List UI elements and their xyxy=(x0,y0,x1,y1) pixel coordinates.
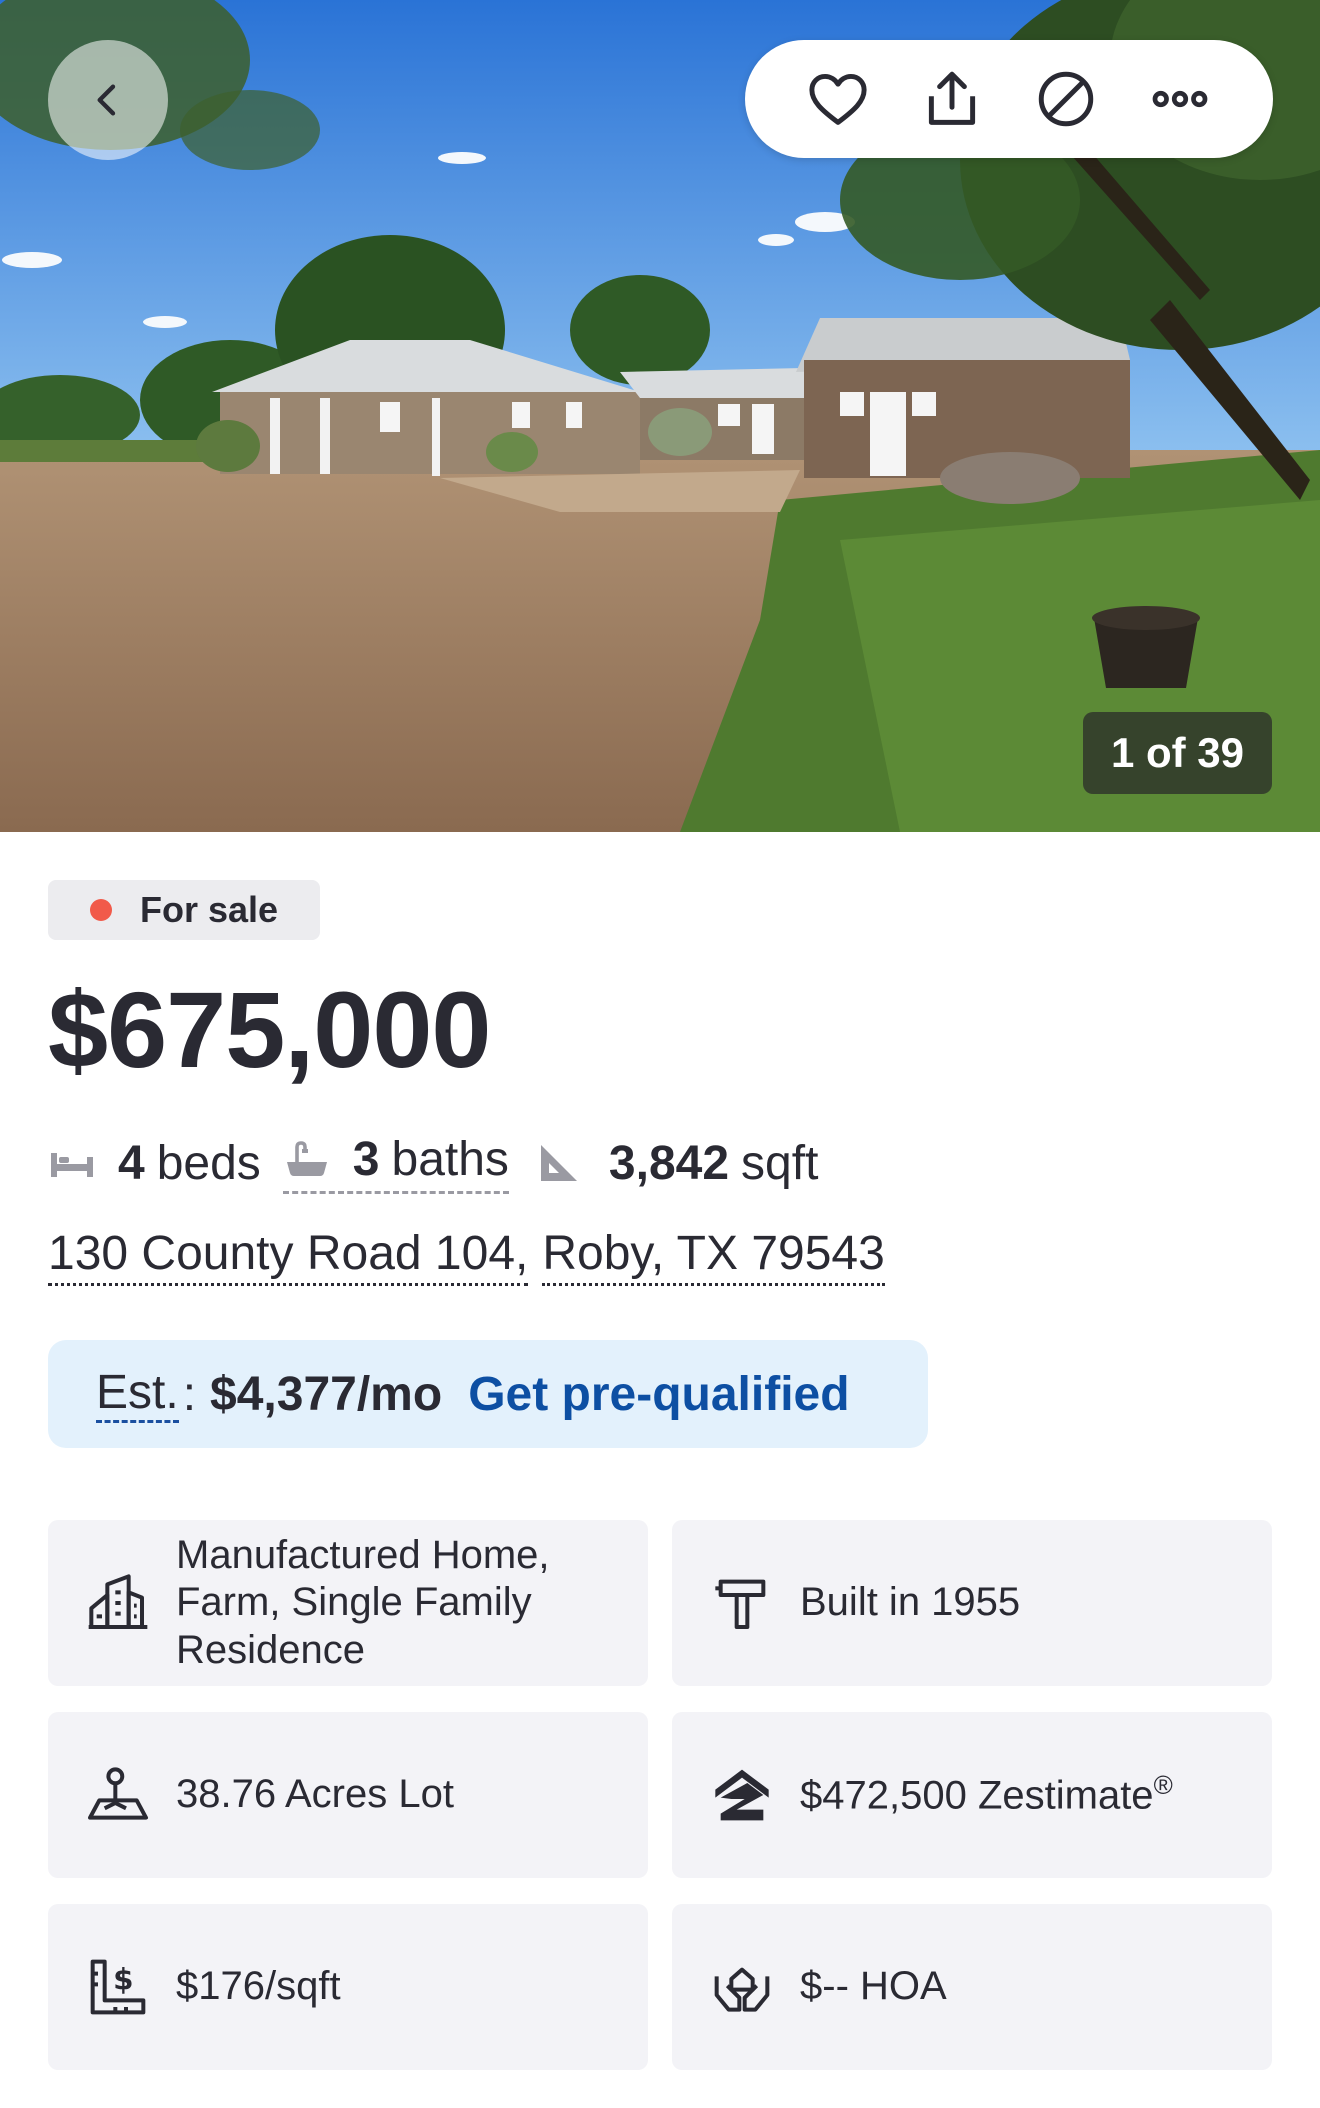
more-button[interactable] xyxy=(1144,63,1216,135)
back-button[interactable] xyxy=(48,40,168,160)
share-icon xyxy=(928,71,976,125)
building-icon xyxy=(88,1574,148,1629)
hide-button[interactable] xyxy=(1030,63,1102,135)
photo-counter: 1 of 39 xyxy=(1082,712,1272,794)
svg-text:$: $ xyxy=(113,1963,133,1997)
status-label: For sale xyxy=(140,889,279,930)
year-built-card: Built in 1955 xyxy=(672,1520,1272,1686)
heart-icon xyxy=(809,73,867,125)
get-prequalified-link[interactable]: Get pre-qualified xyxy=(468,1367,849,1422)
beds-label: beds xyxy=(156,1136,261,1190)
zestimate-text: $472,500 Zestimate® xyxy=(800,1770,1173,1820)
action-bar xyxy=(745,40,1273,158)
home-type-text: Manufactured Home, Farm, Single Family R… xyxy=(176,1533,550,1672)
bed-icon xyxy=(51,1153,93,1177)
hide-icon xyxy=(1038,71,1094,127)
hero-photo[interactable]: 1 of 39 xyxy=(0,0,1320,832)
est-separator: : xyxy=(182,1367,197,1421)
payment-estimate-box: Est. : $4,377/mo Get pre-qualified xyxy=(48,1340,928,1448)
price-per-sqft-card: $ $176/sqft xyxy=(48,1904,648,2070)
address-street-link[interactable]: 130 County Road 104, xyxy=(48,1226,529,1286)
lot-size-card: 38.76 Acres Lot xyxy=(48,1712,648,1878)
chevron-left-icon xyxy=(97,84,116,116)
address: 130 County Road 104, Roby, TX 79543 xyxy=(48,1226,885,1286)
hammer-icon xyxy=(715,1579,766,1629)
save-button[interactable] xyxy=(802,63,874,135)
sqft-label: sqft xyxy=(741,1136,819,1190)
lot-icon xyxy=(88,1767,148,1820)
bathtub-icon xyxy=(286,1140,327,1176)
registered-mark: ® xyxy=(1153,1770,1173,1801)
est-monthly-payment: $4,377/mo xyxy=(210,1367,443,1421)
area-ruler-icon xyxy=(540,1145,577,1181)
sqft-count: 3,842 xyxy=(608,1136,730,1190)
zestimate-logo-icon xyxy=(715,1769,769,1821)
status-dot xyxy=(90,899,112,921)
beds-count: 4 xyxy=(118,1136,145,1190)
baths-fact[interactable]: 3 baths xyxy=(282,1132,509,1194)
more-icon xyxy=(1152,90,1208,108)
beds-fact: 4 beds xyxy=(48,1136,261,1191)
zestimate-value: $472,500 Zestimate xyxy=(800,1773,1154,1818)
baths-label: baths xyxy=(391,1133,509,1186)
lot-size-text: 38.76 Acres Lot xyxy=(176,1772,454,1817)
listing-price: $675,000 xyxy=(48,969,491,1090)
baths-count: 3 xyxy=(352,1133,380,1186)
home-type-card: Manufactured Home, Farm, Single Family R… xyxy=(48,1520,648,1686)
share-button[interactable] xyxy=(916,63,988,135)
zestimate-card[interactable]: $472,500 Zestimate® xyxy=(672,1712,1272,1878)
facts-row: 4 beds 3 baths 3,842 sqft xyxy=(48,1128,818,1198)
est-label[interactable]: Est. xyxy=(96,1365,179,1423)
hoa-text: $-- HOA xyxy=(800,1964,947,2009)
price-ruler-icon: $ xyxy=(90,1959,146,2015)
address-city-link[interactable]: Roby, TX 79543 xyxy=(542,1226,885,1286)
hands-home-icon xyxy=(714,1967,770,2012)
year-built-text: Built in 1955 xyxy=(800,1580,1021,1625)
price-per-sqft-text: $176/sqft xyxy=(176,1964,341,2009)
sqft-fact: 3,842 sqft xyxy=(535,1136,819,1191)
hoa-card: $-- HOA xyxy=(672,1904,1272,2070)
status-badge: For sale xyxy=(48,880,320,940)
